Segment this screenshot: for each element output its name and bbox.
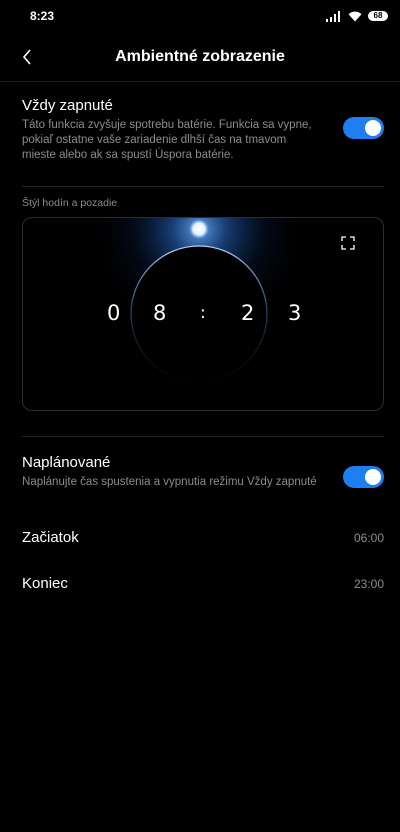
fullscreen-icon[interactable]	[341, 236, 355, 250]
always-on-setting[interactable]: Vždy zapnuté Táto funkcia zvyšuje spotre…	[22, 97, 384, 163]
scheduled-title: Naplánované	[22, 454, 111, 471]
ambient-display-screen: 8:23 68 Ambientné zobrazenie Vždy zapnut…	[0, 0, 400, 832]
scheduled-setting[interactable]: Naplánované Naplánujte čas spustenia a v…	[22, 454, 384, 490]
status-icons: 68	[326, 9, 388, 23]
clock-style-label: Štýl hodín a pozadie	[22, 197, 118, 209]
clock-style-preview[interactable]: 0 8 : 2 3	[22, 217, 384, 411]
scheduled-toggle[interactable]	[343, 466, 384, 488]
clock-digits: 0 8 : 2 3	[23, 301, 383, 327]
clock-digit-hour-tens: 0	[107, 301, 121, 325]
page-title: Ambientné zobrazenie	[115, 48, 285, 65]
battery-icon: 68	[368, 11, 388, 21]
always-on-title: Vždy zapnuté	[22, 97, 113, 114]
signal-icon	[326, 10, 342, 22]
wifi-icon	[348, 11, 362, 21]
always-on-description: Táto funkcia zvyšuje spotrebu batérie. F…	[22, 119, 312, 161]
status-time: 8:23	[30, 9, 55, 23]
section-divider	[22, 186, 384, 187]
scheduled-description: Naplánujte čas spustenia a vypnutia reži…	[22, 476, 317, 488]
clock-colon: :	[200, 303, 206, 323]
always-on-toggle[interactable]	[343, 117, 384, 139]
clock-digit-minute-tens: 2	[241, 301, 255, 325]
end-time-label: Koniec	[22, 575, 68, 592]
end-time-value: 23:00	[353, 577, 384, 591]
header-divider	[0, 81, 400, 82]
app-header: Ambientné zobrazenie	[0, 30, 400, 84]
start-time-value: 06:00	[353, 531, 384, 545]
start-time-label: Začiatok	[22, 529, 79, 546]
end-time-row[interactable]: Koniec 23:00	[22, 573, 384, 597]
start-time-row[interactable]: Začiatok 06:00	[22, 527, 384, 551]
section-divider	[22, 436, 384, 437]
clock-digit-minute-ones: 3	[288, 301, 302, 325]
clock-digit-hour-ones: 8	[153, 301, 167, 325]
status-bar: 8:23 68	[0, 0, 400, 30]
